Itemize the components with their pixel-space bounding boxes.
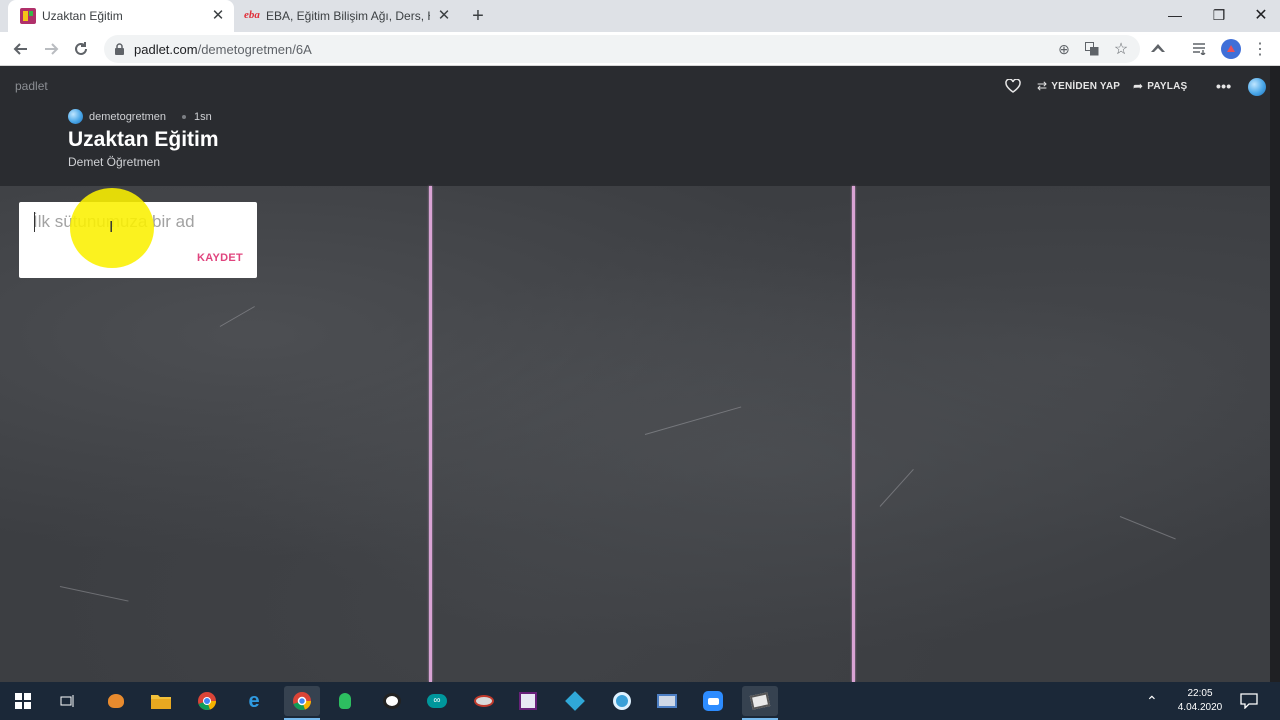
padlet-favicon <box>20 8 36 24</box>
remake-button[interactable]: ⇄ YENİDEN YAP <box>1037 77 1120 95</box>
evernote-icon[interactable] <box>330 686 360 716</box>
user-globe-avatar[interactable] <box>1248 78 1266 96</box>
translate-icon[interactable] <box>1080 37 1104 61</box>
text-cursor-icon: I <box>109 218 114 236</box>
file-explorer-icon[interactable] <box>146 686 176 716</box>
tab-title: EBA, Eğitim Bilişim Ağı, Ders, Hab <box>266 9 430 23</box>
edge-icon[interactable]: e <box>239 686 269 716</box>
new-tab-icon[interactable]: + <box>468 6 488 26</box>
chrome-icon[interactable] <box>192 686 222 716</box>
panda-icon[interactable] <box>377 686 407 716</box>
share-button[interactable]: ➦ PAYLAŞ <box>1133 77 1187 95</box>
chalk-scratch <box>644 406 742 435</box>
windows-start-icon[interactable] <box>8 686 38 716</box>
column-divider <box>429 186 432 682</box>
tab-uzaktan-egitim[interactable]: Uzaktan Eğitim ✕ <box>8 0 234 32</box>
bookmark-star-icon[interactable]: ☆ <box>1109 37 1133 61</box>
separator-dot <box>182 115 186 119</box>
text-caret <box>34 212 35 232</box>
add-icon[interactable]: ⊕ <box>1052 37 1076 61</box>
task-view-icon[interactable] <box>53 686 83 716</box>
post-time: 1sn <box>194 111 212 123</box>
author-name[interactable]: demetogretmen <box>89 111 166 123</box>
padlet-header: padlet ⇄ YENİDEN YAP ➦ PAYLAŞ ••• demeto… <box>0 66 1280 186</box>
show-hidden-icons-icon[interactable]: ⌃ <box>1146 682 1158 720</box>
lock-icon <box>115 43 124 55</box>
visual-studio-icon[interactable] <box>513 686 543 716</box>
share-label: PAYLAŞ <box>1147 80 1188 92</box>
windows-taskbar: e ∞ ⌃ 22:05 4.04.2020 <box>0 682 1280 720</box>
remake-label: YENİDEN YAP <box>1051 80 1121 92</box>
column-divider <box>852 186 855 682</box>
maximize-icon[interactable]: ❐ <box>1196 0 1242 30</box>
author-avatar <box>68 109 83 124</box>
extension-icon[interactable] <box>1146 37 1170 61</box>
reload-icon[interactable] <box>68 36 94 62</box>
page-scrollbar[interactable] <box>1270 66 1280 682</box>
app-icon[interactable] <box>101 686 131 716</box>
padlet-logo[interactable]: padlet <box>15 79 48 93</box>
tab-title: Uzaktan Eğitim <box>42 9 123 23</box>
paint-app-icon[interactable] <box>469 686 499 716</box>
tab-eba[interactable]: eba EBA, Eğitim Bilişim Ağı, Ders, Hab ✕ <box>236 0 460 32</box>
browser-menu-icon[interactable]: ⋮ <box>1248 37 1272 61</box>
page-title: Uzaktan Eğitim <box>68 128 219 151</box>
clock-time: 22:05 <box>1187 688 1213 699</box>
forward-icon[interactable] <box>38 36 64 62</box>
minimize-icon[interactable]: — <box>1152 0 1198 30</box>
eba-favicon: eba <box>244 9 260 21</box>
app-icon[interactable] <box>742 686 778 720</box>
padlet-board: KAYDET <box>0 186 1270 682</box>
browser-toolbar: padlet.com/demetogretmen/6A ⊕ ☆ ⋮ <box>0 32 1280 66</box>
url-text: padlet.com/demetogretmen/6A <box>134 42 312 57</box>
zoom-icon[interactable] <box>698 686 728 716</box>
chrome-profile-icon[interactable] <box>284 686 320 720</box>
system-clock[interactable]: 22:05 4.04.2020 <box>1172 687 1228 715</box>
heart-icon <box>1005 79 1021 93</box>
notification-center-icon[interactable] <box>1240 682 1258 720</box>
remote-desktop-icon[interactable] <box>652 686 682 716</box>
save-button[interactable]: KAYDET <box>197 252 243 264</box>
browser-tab-bar: Uzaktan Eğitim ✕ eba EBA, Eğitim Bilişim… <box>0 0 1280 32</box>
settings-app-icon[interactable] <box>607 686 637 716</box>
address-bar[interactable]: padlet.com/demetogretmen/6A ⊕ ☆ <box>104 35 1140 63</box>
tab-close-icon[interactable]: ✕ <box>210 8 226 24</box>
kodi-icon[interactable] <box>560 686 590 716</box>
chalk-scratch <box>59 586 129 602</box>
share-arrow-icon: ➦ <box>1133 79 1144 93</box>
chalk-scratch <box>219 306 255 327</box>
tab-close-icon[interactable]: ✕ <box>436 8 452 24</box>
reading-list-icon[interactable] <box>1188 37 1212 61</box>
chalk-scratch <box>1119 516 1176 540</box>
back-icon[interactable] <box>8 36 34 62</box>
page-subtitle: Demet Öğretmen <box>68 155 161 169</box>
more-options-icon[interactable]: ••• <box>1216 77 1231 95</box>
like-button[interactable] <box>1005 77 1021 95</box>
arduino-icon[interactable]: ∞ <box>422 686 452 716</box>
close-window-icon[interactable]: ✕ <box>1238 0 1280 30</box>
clock-date: 4.04.2020 <box>1177 702 1223 713</box>
remake-icon: ⇄ <box>1037 79 1048 93</box>
chalk-scratch <box>879 469 914 507</box>
profile-avatar[interactable] <box>1219 37 1243 61</box>
